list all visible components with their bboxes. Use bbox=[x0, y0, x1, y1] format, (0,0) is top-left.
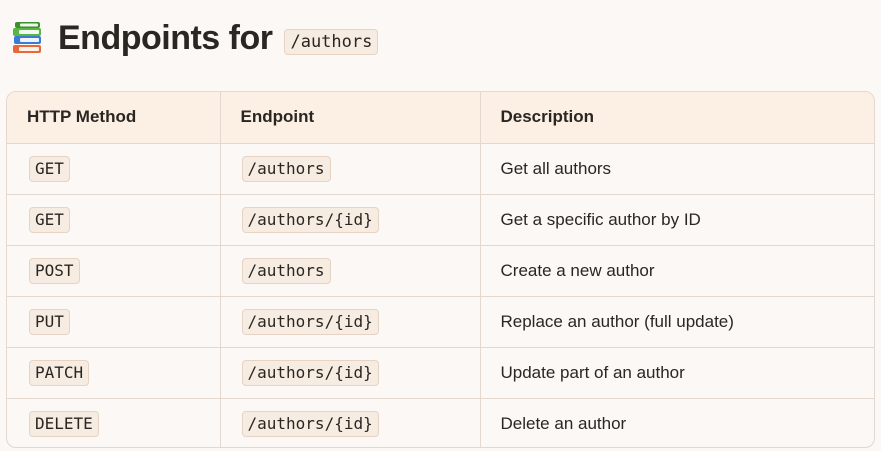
method-code: GET bbox=[29, 155, 70, 182]
method-code: POST bbox=[29, 257, 80, 284]
description-cell: Replace an author (full update) bbox=[480, 296, 874, 348]
method-code: PUT bbox=[29, 308, 70, 335]
table-row: POST /authors Create a new author bbox=[7, 245, 874, 297]
page-title: Endpoints for bbox=[58, 18, 273, 57]
endpoints-table: HTTP Method Endpoint Description GET /au… bbox=[6, 91, 875, 448]
description-cell: Update part of an author bbox=[480, 347, 874, 399]
column-header-description: Description bbox=[480, 92, 874, 144]
description-cell: Get all authors bbox=[480, 143, 874, 195]
endpoint-cell: /authors bbox=[220, 143, 481, 195]
endpoint-cell: /authors bbox=[220, 245, 481, 297]
column-header-method: HTTP Method bbox=[7, 92, 221, 144]
endpoint-cell: /authors/{id} bbox=[220, 398, 481, 447]
page-heading: Endpoints for /authors bbox=[10, 18, 379, 58]
endpoint-cell: /authors/{id} bbox=[220, 296, 481, 348]
method-code: GET bbox=[29, 206, 70, 233]
table-row: DELETE /authors/{id} Delete an author bbox=[7, 398, 874, 447]
method-cell: DELETE bbox=[7, 398, 221, 447]
table-header-row: HTTP Method Endpoint Description bbox=[7, 92, 874, 144]
method-code: DELETE bbox=[29, 410, 99, 437]
page-title-code: /authors bbox=[284, 29, 379, 55]
table-row: GET /authors/{id} Get a specific author … bbox=[7, 194, 874, 246]
books-icon bbox=[10, 20, 46, 56]
endpoint-code: /authors/{id} bbox=[241, 308, 379, 335]
endpoint-code: /authors/{id} bbox=[241, 410, 379, 437]
description-cell: Create a new author bbox=[480, 245, 874, 297]
endpoint-code: /authors/{id} bbox=[241, 206, 379, 233]
description-cell: Delete an author bbox=[500, 413, 627, 433]
table-row: PATCH /authors/{id} Update part of an au… bbox=[7, 347, 874, 399]
column-header-endpoint: Endpoint bbox=[220, 92, 481, 144]
method-cell: GET bbox=[7, 194, 221, 246]
method-code: PATCH bbox=[29, 359, 90, 386]
endpoint-code: /authors/{id} bbox=[241, 359, 379, 386]
method-cell: PATCH bbox=[7, 347, 221, 399]
method-cell: GET bbox=[7, 143, 221, 195]
endpoint-code: /authors bbox=[241, 155, 331, 182]
table-row: PUT /authors/{id} Replace an author (ful… bbox=[7, 296, 874, 348]
method-cell: POST bbox=[7, 245, 221, 297]
endpoint-cell: /authors/{id} bbox=[220, 347, 481, 399]
description-cell: Get a specific author by ID bbox=[480, 194, 874, 246]
endpoint-code: /authors bbox=[241, 257, 331, 284]
endpoint-cell: /authors/{id} bbox=[220, 194, 481, 246]
method-cell: PUT bbox=[7, 296, 221, 348]
table-row: GET /authors Get all authors bbox=[7, 143, 874, 195]
